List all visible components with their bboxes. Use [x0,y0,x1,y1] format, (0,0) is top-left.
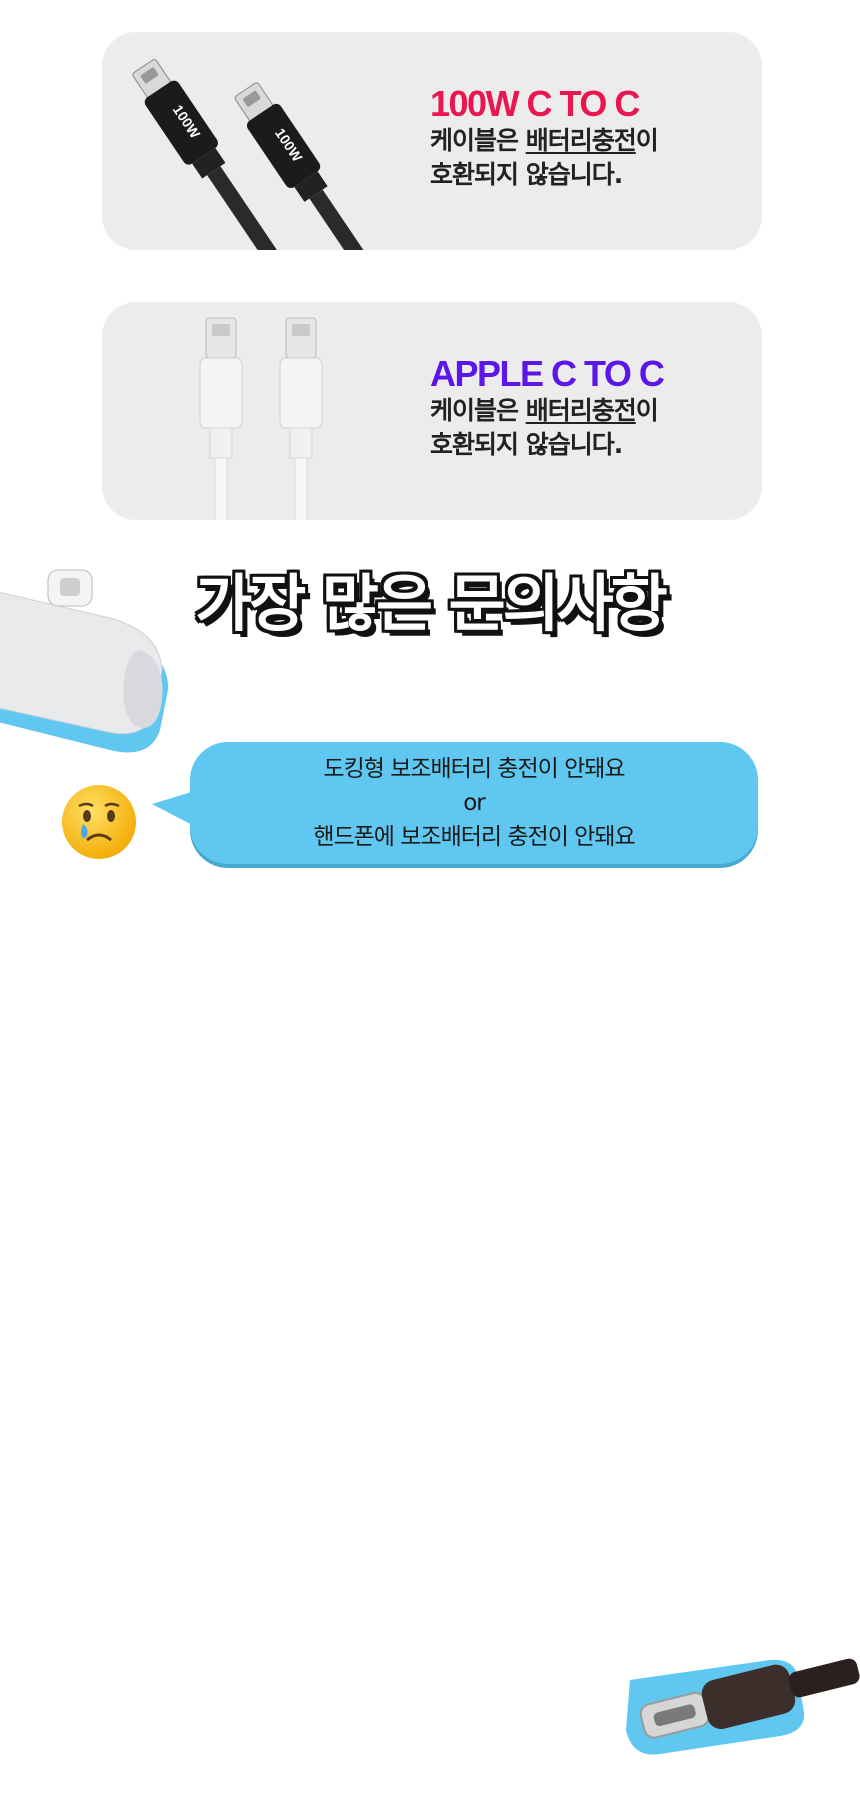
bubble-line-2: or [463,790,486,816]
cable-card-100w: 100W 100W 100W C TO C 케이블은 배터리충전이 호환되지 않… [102,32,762,250]
crying-face-icon [62,785,136,859]
card-text: APPLE C TO C 케이블은 배터리충전이 호환되지 않습니다. [430,353,665,462]
white-usb-c-cables-image [199,317,323,520]
speech-bubble-text: 도킹형 보조배터리 충전이 안돼요 or 핸드폰에 보조배터리 충전이 안돼요 [190,752,758,854]
card-description-line1: 케이블은 배터리충전이 [430,126,659,155]
cable-card-apple: APPLE C TO C 케이블은 배터리충전이 호환되지 않습니다. [102,302,762,520]
faq-title: 가장 많은 문의사항 [195,567,668,640]
card-description-line2: 호환되지 않습니다. [430,430,623,459]
usb-c-cable-image [626,1658,860,1755]
card-description-line2: 호환되지 않습니다. [430,160,623,189]
bubble-line-3: 핸드폰에 보조배터리 충전이 안돼요 [313,824,635,850]
card-headline: APPLE C TO C [430,353,665,394]
speech-bubble: 도킹형 보조배터리 충전이 안돼요 or 핸드폰에 보조배터리 충전이 안돼요 [190,742,758,864]
black-usb-c-cables-image: 100W 100W [132,59,390,250]
card-text: 100W C TO C 케이블은 배터리충전이 호환되지 않습니다. [430,83,659,192]
bubble-line-1: 도킹형 보조배터리 충전이 안돼요 [323,756,625,782]
card-headline: 100W C TO C [430,83,640,124]
card-description-line1: 케이블은 배터리충전이 [430,396,659,425]
